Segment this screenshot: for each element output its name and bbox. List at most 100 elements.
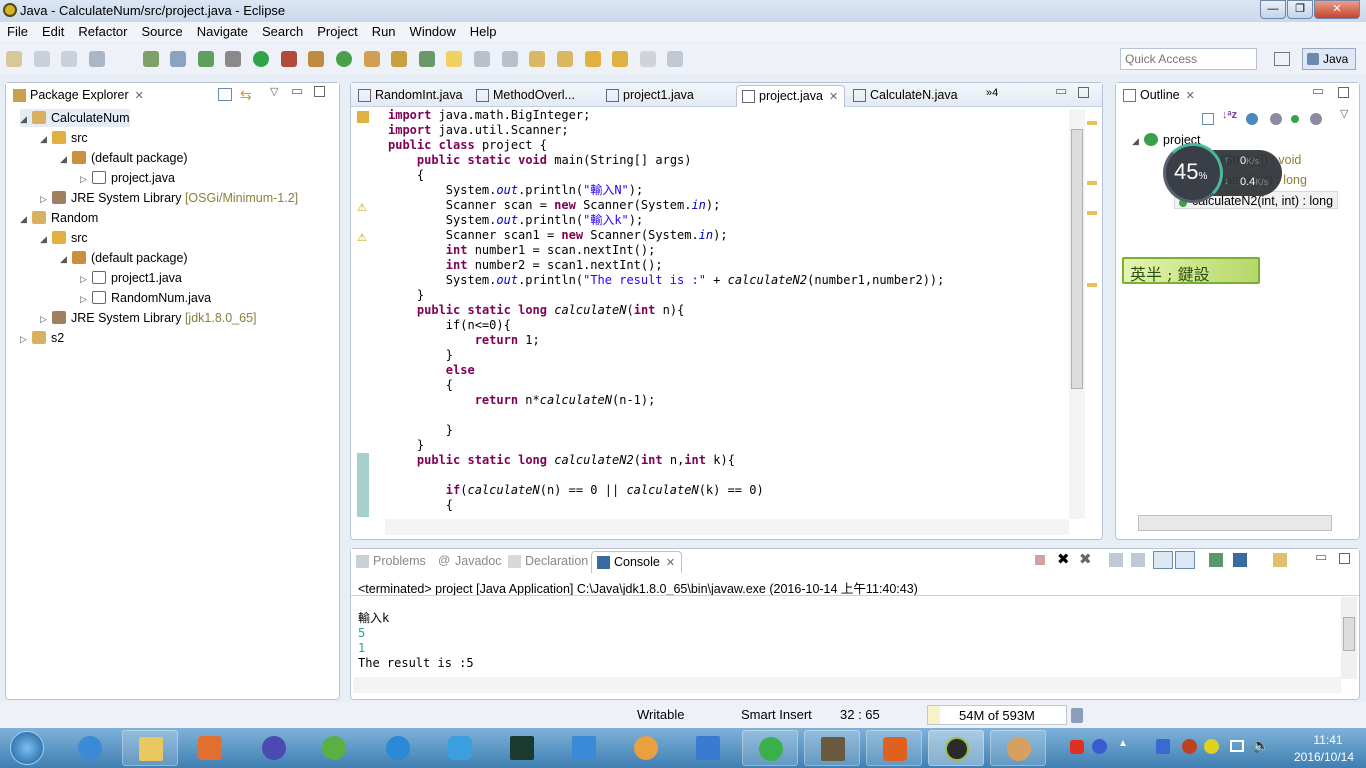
- menu-project[interactable]: Project: [310, 22, 364, 39]
- taskbar-360[interactable]: [742, 730, 798, 766]
- tab-javadoc[interactable]: @ Javadoc: [433, 551, 508, 573]
- tab-methodoverl[interactable]: MethodOverl...: [471, 85, 581, 107]
- tree-project-random[interactable]: ◢ Random: [20, 209, 98, 227]
- taskbar-feed[interactable]: [680, 730, 736, 766]
- tree-project-java[interactable]: ▷ project.java: [80, 169, 175, 187]
- taskbar-ie[interactable]: [62, 730, 118, 766]
- clear-console-icon[interactable]: [1109, 553, 1123, 567]
- print-icon[interactable]: [88, 51, 105, 67]
- taskbar-player[interactable]: [306, 730, 362, 766]
- tab-calculaten-java[interactable]: CalculateN.java: [848, 85, 964, 107]
- tree-jre-library[interactable]: ▷ JRE System Library [OSGi/Minimum-1.2]: [40, 189, 298, 207]
- build-icon[interactable]: [142, 51, 159, 67]
- java-perspective-button[interactable]: Java: [1302, 48, 1356, 70]
- new-java-project-icon[interactable]: [308, 51, 325, 67]
- console-horizontal-scrollbar[interactable]: [353, 677, 1341, 693]
- save-all-icon[interactable]: [61, 51, 78, 67]
- save-icon[interactable]: [33, 51, 50, 67]
- tree-randomnum-java[interactable]: ▷ RandomNum.java: [80, 289, 211, 307]
- maximize-view-icon[interactable]: [314, 86, 325, 97]
- maximize-view-icon[interactable]: [1078, 87, 1089, 98]
- taskbar-photo[interactable]: [804, 730, 860, 766]
- taskbar-media[interactable]: [182, 730, 238, 766]
- hide-static-icon[interactable]: [1270, 113, 1282, 125]
- tab-console[interactable]: Console ✕: [591, 551, 683, 573]
- taskbar-paint[interactable]: [990, 730, 1046, 766]
- link-with-editor-icon[interactable]: ⇆: [240, 87, 252, 104]
- pin-console-icon[interactable]: [1209, 553, 1223, 567]
- scroll-lock-icon[interactable]: [1131, 553, 1145, 567]
- sogou-tray-icon[interactable]: [1070, 740, 1084, 754]
- close-icon[interactable]: ✕: [1186, 90, 1195, 102]
- tree-default-package[interactable]: ◢ (default package): [60, 249, 188, 267]
- garbage-collect-icon[interactable]: [1071, 708, 1083, 723]
- tree-jre-library[interactable]: ▷ JRE System Library [jdk1.8.0_65]: [40, 309, 257, 327]
- menu-window[interactable]: Window: [403, 22, 463, 39]
- console-vertical-scrollbar[interactable]: [1341, 597, 1357, 679]
- new-class-icon[interactable]: [335, 51, 352, 67]
- code-editor[interactable]: import java.math.BigInteger; import java.…: [388, 108, 944, 513]
- console-output[interactable]: 輸入k 5 1 The result is :5: [358, 596, 474, 686]
- tab-outline[interactable]: Outline ✕: [1118, 85, 1201, 107]
- maximize-view-icon[interactable]: [1339, 553, 1350, 564]
- minimize-view-icon[interactable]: ▭: [1312, 83, 1324, 99]
- search-icon[interactable]: [391, 51, 408, 67]
- terminate-icon[interactable]: [1035, 555, 1045, 565]
- menu-help[interactable]: Help: [463, 22, 504, 39]
- start-button[interactable]: [10, 731, 44, 765]
- tab-problems[interactable]: Problems: [351, 551, 432, 573]
- tree-project-calculatenum[interactable]: ◢ CalculateNum: [20, 109, 130, 127]
- show-on-stdout-icon[interactable]: [1153, 551, 1173, 569]
- maximize-button[interactable]: ❐: [1287, 0, 1313, 19]
- minimize-view-icon[interactable]: ▭: [1055, 83, 1067, 99]
- horizontal-scrollbar[interactable]: [385, 519, 1069, 535]
- open-type-icon[interactable]: [363, 51, 380, 67]
- taskbar-app[interactable]: [246, 730, 302, 766]
- menu-navigate[interactable]: Navigate: [190, 22, 255, 39]
- network-tray-icon[interactable]: [1230, 740, 1244, 752]
- menu-source[interactable]: Source: [135, 22, 190, 39]
- collapse-all-icon[interactable]: [218, 88, 232, 101]
- open-console-icon[interactable]: [1273, 553, 1287, 567]
- minimize-view-icon[interactable]: ▭: [291, 83, 303, 99]
- tray-expand-icon[interactable]: ▲: [1118, 738, 1128, 749]
- close-button[interactable]: ✕: [1314, 0, 1360, 19]
- display-console-icon[interactable]: [1233, 553, 1247, 567]
- tab-randomint-java[interactable]: RandomInt.java: [353, 85, 469, 107]
- run-icon[interactable]: [253, 51, 269, 67]
- pin-icon[interactable]: [667, 51, 684, 67]
- menu-run[interactable]: Run: [365, 22, 403, 39]
- memory-usage-gauge[interactable]: 45%: [1163, 143, 1223, 203]
- tree-default-package[interactable]: ◢ (default package): [60, 149, 188, 167]
- taskbar-chrome[interactable]: [618, 730, 674, 766]
- hide-local-types-icon[interactable]: [1310, 113, 1322, 125]
- close-icon[interactable]: ✕: [666, 557, 675, 569]
- quick-access-input[interactable]: [1120, 48, 1257, 70]
- menu-search[interactable]: Search: [255, 22, 310, 39]
- heap-status[interactable]: 54M of 593M: [927, 705, 1067, 725]
- hide-nonpublic-icon[interactable]: [1291, 115, 1299, 123]
- taskbar-audition[interactable]: [494, 730, 550, 766]
- more-tabs-button[interactable]: »4: [986, 87, 998, 99]
- debug-icon[interactable]: [225, 51, 242, 67]
- close-icon[interactable]: ✕: [829, 91, 838, 103]
- tree-project-s2[interactable]: ▷ s2: [20, 329, 64, 347]
- plus-tray-icon[interactable]: [1204, 739, 1219, 754]
- maximize-view-icon[interactable]: [1338, 87, 1349, 98]
- menu-file[interactable]: File: [0, 22, 35, 39]
- view-menu-icon[interactable]: ▽: [270, 85, 278, 98]
- taskbar-kuwo[interactable]: [370, 730, 426, 766]
- block-selection-icon[interactable]: [474, 51, 490, 67]
- tree-project1-java[interactable]: ▷ project1.java: [80, 269, 182, 287]
- menu-refactor[interactable]: Refactor: [71, 22, 134, 39]
- tree-src[interactable]: ◢ src: [40, 229, 88, 247]
- clock-time[interactable]: 11:41: [1298, 733, 1358, 747]
- sort-icon[interactable]: ↓ᵃz: [1222, 109, 1237, 121]
- minimize-button[interactable]: —: [1260, 0, 1286, 19]
- scrollbar-thumb[interactable]: [1343, 617, 1355, 651]
- prev-annotation-icon[interactable]: [556, 51, 573, 67]
- mark-occurrences-icon[interactable]: [446, 51, 463, 67]
- open-perspective-icon[interactable]: [1274, 52, 1290, 66]
- tab-package-explorer[interactable]: Package Explorer ✕: [8, 85, 150, 107]
- tab-project-java[interactable]: project.java ✕: [736, 85, 846, 107]
